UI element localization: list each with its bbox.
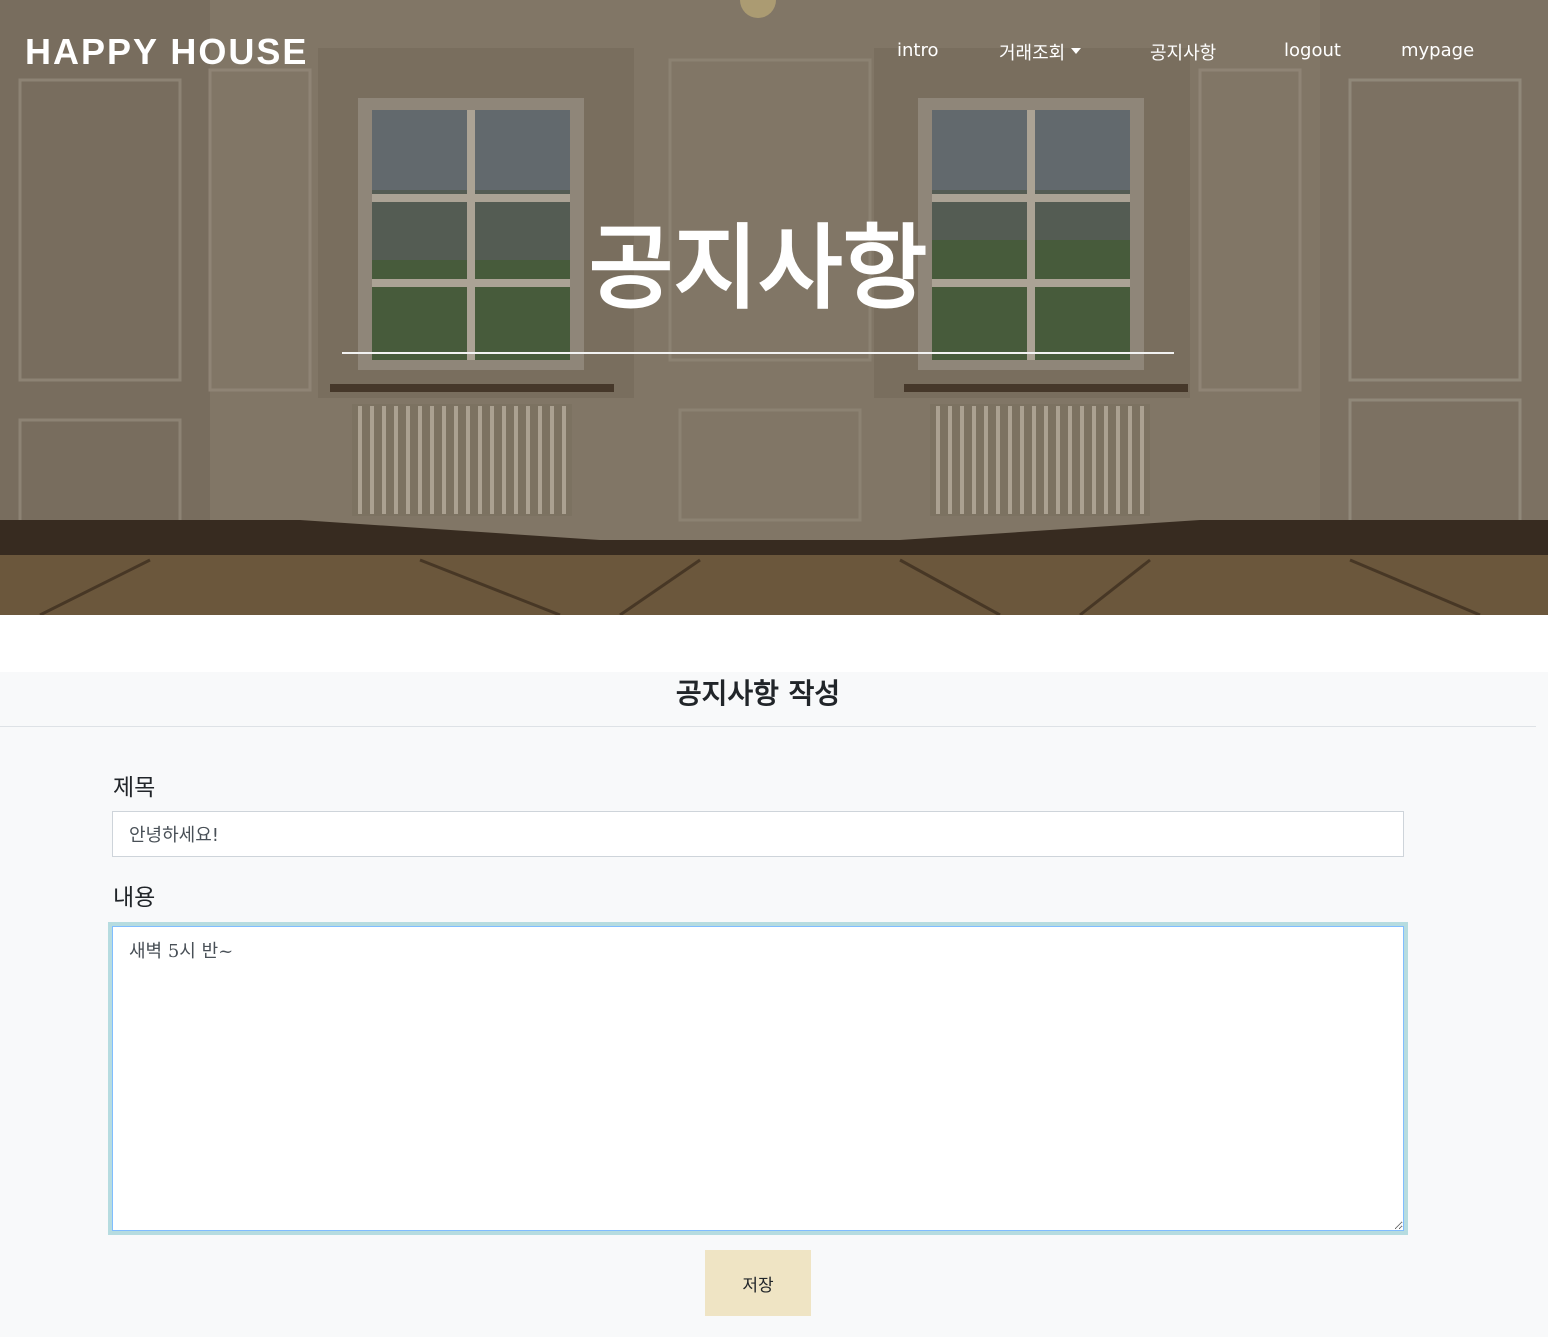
title-input[interactable] <box>112 811 1404 857</box>
title-label: 제목 <box>113 775 156 801</box>
content-textarea[interactable]: 새벽 5시 반~ <box>112 926 1404 1231</box>
nav-notice[interactable]: 공지사항 <box>1150 39 1216 65</box>
nav-mypage[interactable]: mypage <box>1401 40 1474 61</box>
nav-deals-label: 거래조회 <box>999 43 1066 64</box>
hero-divider <box>342 352 1174 354</box>
content-label: 내용 <box>113 885 156 911</box>
nav-intro[interactable]: intro <box>897 40 938 61</box>
nav-logout[interactable]: logout <box>1284 40 1341 61</box>
nav-deals-dropdown[interactable]: 거래조회 <box>999 39 1082 65</box>
save-button[interactable]: 저장 <box>705 1250 811 1316</box>
caret-down-icon <box>1071 48 1082 54</box>
notice-write-section: 공지사항 작성 제목 내용 새벽 5시 반~ 저장 <box>0 672 1548 1337</box>
section-heading: 공지사항 작성 <box>675 677 841 710</box>
hero-banner: HAPPY HOUSE intro 거래조회 공지사항 logout mypag… <box>0 0 1548 615</box>
hero-title: 공지사항 <box>588 215 928 322</box>
section-divider <box>0 726 1536 727</box>
brand-logo[interactable]: HAPPY HOUSE <box>25 31 308 73</box>
